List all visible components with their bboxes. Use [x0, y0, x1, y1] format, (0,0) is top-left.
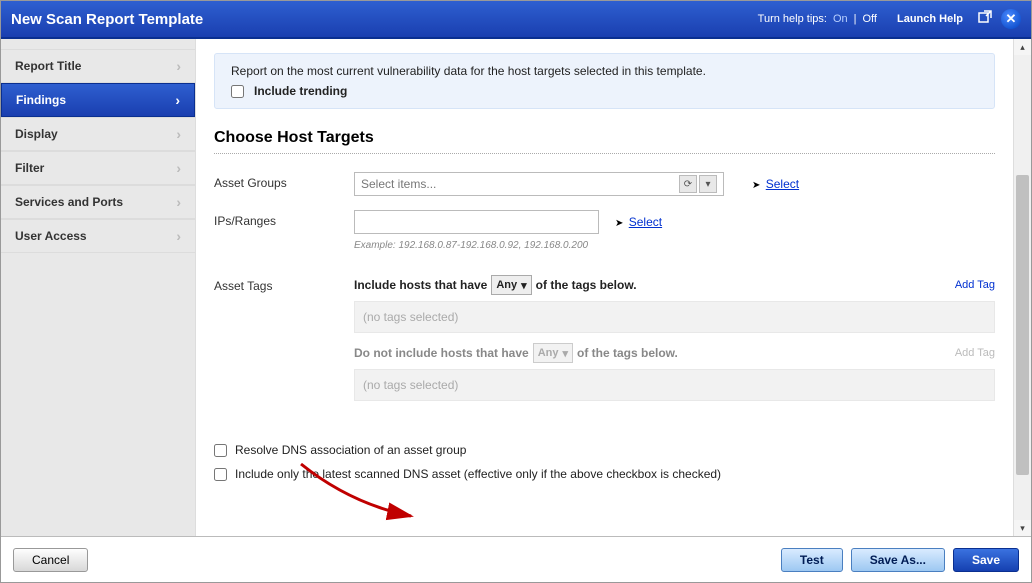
- sidebar-item-label: Report Title: [15, 59, 81, 73]
- sidebar: Report Title › Findings › Display › Filter ›…: [1, 39, 196, 536]
- sidebar-item-filter[interactable]: Filter ›: [1, 151, 195, 185]
- latest-dns-checkbox[interactable]: [214, 468, 227, 481]
- help-tips-on[interactable]: On: [833, 13, 848, 25]
- info-description: Report on the most current vulnerability…: [231, 64, 978, 78]
- sidebar-item-services-ports[interactable]: Services and Ports ›: [1, 185, 195, 219]
- sidebar-item-report-title[interactable]: Report Title ›: [1, 49, 195, 83]
- sidebar-item-user-access[interactable]: User Access ›: [1, 219, 195, 253]
- cancel-button[interactable]: Cancel: [13, 548, 88, 572]
- row-resolve-dns: Resolve DNS association of an asset grou…: [214, 443, 995, 457]
- close-icon[interactable]: ✕: [1001, 9, 1021, 29]
- chevron-down-icon: ▾: [562, 347, 568, 360]
- sidebar-item-label: User Access: [15, 229, 87, 243]
- row-asset-groups: Asset Groups Select items... ⟳ ▾: [214, 172, 995, 196]
- sidebar-item-display[interactable]: Display ›: [1, 117, 195, 151]
- exclude-tags-heading: Do not include hosts that have Any▾ of t…: [354, 343, 955, 363]
- save-as-button[interactable]: Save As...: [851, 548, 945, 572]
- section-heading: Choose Host Targets: [214, 129, 995, 147]
- chevron-right-icon: ›: [176, 58, 181, 74]
- help-tips-label: Turn help tips:: [758, 13, 827, 25]
- ips-label: IPs/Ranges: [214, 210, 354, 228]
- exclude-tags-empty: (no tags selected): [354, 369, 995, 401]
- resolve-dns-checkbox[interactable]: [214, 444, 227, 457]
- scroll-up-icon[interactable]: ▴: [1014, 39, 1031, 55]
- ips-input[interactable]: [354, 210, 599, 234]
- chevron-right-icon: ›: [176, 160, 181, 176]
- row-latest-dns: Include only the latest scanned DNS asse…: [214, 467, 995, 481]
- row-asset-tags: Asset Tags Include hosts that have Any▾ …: [214, 275, 995, 411]
- asset-tags-label: Asset Tags: [214, 275, 354, 293]
- help-tips-toggle: Turn help tips: On | Off Launch Help: [758, 13, 963, 25]
- titlebar: New Scan Report Template Turn help tips:…: [1, 1, 1031, 39]
- dropdown-icon[interactable]: ▾: [699, 175, 717, 193]
- sidebar-item-label: Services and Ports: [15, 195, 123, 209]
- ips-example: Example: 192.168.0.87-192.168.0.92, 192.…: [354, 240, 995, 251]
- row-ips: IPs/Ranges ➤ Select Example: 192.168.0.8…: [214, 210, 995, 251]
- scroll-thumb[interactable]: [1016, 175, 1029, 475]
- cursor-icon: ➤: [752, 180, 760, 191]
- save-button[interactable]: Save: [953, 548, 1019, 572]
- add-include-tag-link[interactable]: Add Tag: [955, 279, 995, 291]
- vertical-scrollbar[interactable]: ▴ ▾: [1013, 39, 1031, 536]
- chevron-right-icon: ›: [176, 194, 181, 210]
- info-box: Report on the most current vulnerability…: [214, 53, 995, 109]
- asset-groups-placeholder: Select items...: [361, 177, 436, 191]
- help-tips-off[interactable]: Off: [863, 13, 877, 25]
- exclude-match-mode-select: Any▾: [533, 343, 573, 363]
- window-title: New Scan Report Template: [11, 11, 758, 28]
- launch-help-link[interactable]: Launch Help: [897, 13, 963, 25]
- cursor-icon: ➤: [615, 218, 623, 229]
- include-trending-label: Include trending: [254, 84, 347, 98]
- sidebar-item-findings[interactable]: Findings ›: [1, 83, 195, 117]
- resolve-dns-label: Resolve DNS association of an asset grou…: [235, 443, 466, 457]
- ips-select-link[interactable]: Select: [629, 215, 662, 229]
- sidebar-item-label: Filter: [15, 161, 44, 175]
- chevron-right-icon: ›: [176, 228, 181, 244]
- chevron-right-icon: ›: [176, 126, 181, 142]
- refresh-icon[interactable]: ⟳: [679, 175, 697, 193]
- include-trending-checkbox[interactable]: [231, 85, 244, 98]
- add-exclude-tag-link: Add Tag: [955, 347, 995, 359]
- asset-groups-select-link[interactable]: Select: [766, 177, 799, 191]
- main-content: Report on the most current vulnerability…: [196, 39, 1013, 536]
- asset-groups-label: Asset Groups: [214, 172, 354, 190]
- test-button[interactable]: Test: [781, 548, 843, 572]
- chevron-down-icon: ▾: [521, 279, 527, 292]
- asset-groups-combo[interactable]: Select items... ⟳ ▾: [354, 172, 724, 196]
- scroll-down-icon[interactable]: ▾: [1014, 520, 1031, 536]
- sidebar-item-label: Findings: [16, 93, 66, 107]
- include-tags-heading: Include hosts that have Any▾ of the tags…: [354, 275, 955, 295]
- latest-dns-label: Include only the latest scanned DNS asse…: [235, 467, 721, 481]
- divider: [214, 153, 995, 154]
- chevron-right-icon: ›: [175, 92, 180, 108]
- sidebar-item-label: Display: [15, 127, 58, 141]
- include-tags-empty: (no tags selected): [354, 301, 995, 333]
- popout-icon[interactable]: [977, 9, 993, 29]
- include-match-mode-select[interactable]: Any▾: [491, 275, 531, 295]
- footer: Cancel Test Save As... Save: [1, 536, 1031, 582]
